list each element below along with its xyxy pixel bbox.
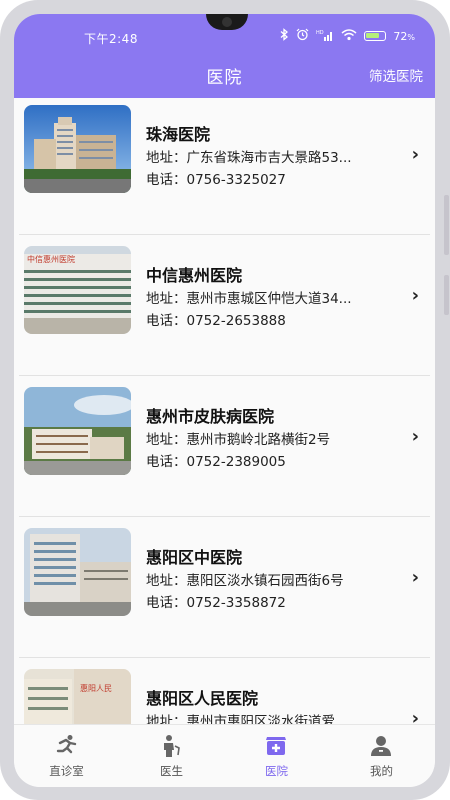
status-time: 下午2:48 [84,32,138,46]
tab-label: 医院 [265,764,288,778]
device-frame: 下午2:48 HD 72% 医院 筛选医院 珠海医院 地址：广东省珠海市吉大景路… [0,0,450,800]
hospital-photo [24,105,131,193]
hospital-address: 地址：惠州市惠阳区淡水街道爱... [146,714,348,724]
app-header: 下午2:48 HD 72% 医院 筛选医院 [14,14,435,98]
doctor-icon [164,735,180,757]
svg-text:HD: HD [316,30,324,36]
hospital-card[interactable]: 惠阳区中医院 地址：惠阳区淡水镇石园西街6号 电话：0752-3358872 › [14,521,435,662]
filter-hospital-button[interactable]: 筛选医院 [369,65,423,85]
divider [19,516,430,517]
hospital-name: 惠阳区中医院 [146,548,243,567]
wifi-icon [341,28,357,44]
hospital-card[interactable]: 珠海医院 地址：广东省珠海市吉大景路53... 电话：0756-3325027 … [14,98,435,239]
tab-label: 我的 [370,764,393,778]
tab-profile[interactable]: 我的 [329,725,434,787]
tab-hospital[interactable]: 医院 [224,725,329,787]
volume-button [444,195,449,255]
hospital-name: 惠州市皮肤病医院 [146,407,275,426]
screen: 下午2:48 HD 72% 医院 筛选医院 珠海医院 地址：广东省珠海市吉大景路… [14,14,435,787]
tab-doctor[interactable]: 医生 [119,725,224,787]
svg-text:惠阳人民: 惠阳人民 [80,683,112,693]
profile-icon [371,736,391,756]
runner-icon [56,735,77,754]
svg-text:中信惠州医院: 中信惠州医院 [27,254,75,264]
hospital-photo [24,528,131,616]
hospital-name: 中信惠州医院 [146,266,243,285]
chevron-right-icon[interactable]: › [412,144,419,165]
hospital-phone: 电话：0752-2389005 [146,454,286,470]
chevron-right-icon[interactable]: › [412,708,419,724]
battery-icon [364,31,387,41]
hospital-card[interactable]: 惠阳人民 惠阳区人民医院 地址：惠州市惠阳区淡水街道爱... › [14,662,435,724]
hospital-list[interactable]: 珠海医院 地址：广东省珠海市吉大景路53... 电话：0756-3325027 … [14,98,435,724]
hospital-name: 惠阳区人民医院 [146,689,259,708]
alarm-icon [296,28,309,44]
hospital-name: 珠海医院 [146,125,211,144]
hospital-address: 地址：惠州市鹅岭北路横街2号 [146,432,331,448]
hospital-phone: 电话：0752-2653888 [146,313,286,329]
hospital-card[interactable]: 惠州市皮肤病医院 地址：惠州市鹅岭北路横街2号 电话：0752-2389005 … [14,380,435,521]
signal-icon: HD [316,29,334,44]
chevron-right-icon[interactable]: › [412,285,419,306]
bottom-tab-bar: 直诊室 医生 医院 我的 [14,724,435,787]
hospital-address: 地址：惠阳区淡水镇石园西街6号 [146,573,344,589]
tab-label: 直诊室 [49,764,84,778]
hospital-phone: 电话：0756-3325027 [146,172,286,188]
camera-notch [206,14,248,30]
tab-consult[interactable]: 直诊室 [14,725,119,787]
hospital-address: 地址：广东省珠海市吉大景路53... [146,150,352,166]
divider [19,657,430,658]
battery-level: 72% [393,29,415,43]
divider [19,375,430,376]
bluetooth-icon [280,28,289,44]
hospital-card[interactable]: 中信惠州医院 中信惠州医院 地址：惠州市惠城区仲恺大道34... 电话：0752… [14,239,435,380]
chevron-right-icon[interactable]: › [412,426,419,447]
hospital-address: 地址：惠州市惠城区仲恺大道34... [146,291,352,307]
hospital-photo [24,387,131,475]
hospital-phone: 电话：0752-3358872 [146,595,286,611]
chevron-right-icon[interactable]: › [412,567,419,588]
power-button [444,275,449,315]
divider [19,234,430,235]
status-icons: HD 72% [280,28,415,44]
tab-label: 医生 [160,764,183,778]
hospital-photo: 惠阳人民 [24,669,131,724]
hospital-icon [266,737,286,755]
hospital-photo: 中信惠州医院 [24,246,131,334]
